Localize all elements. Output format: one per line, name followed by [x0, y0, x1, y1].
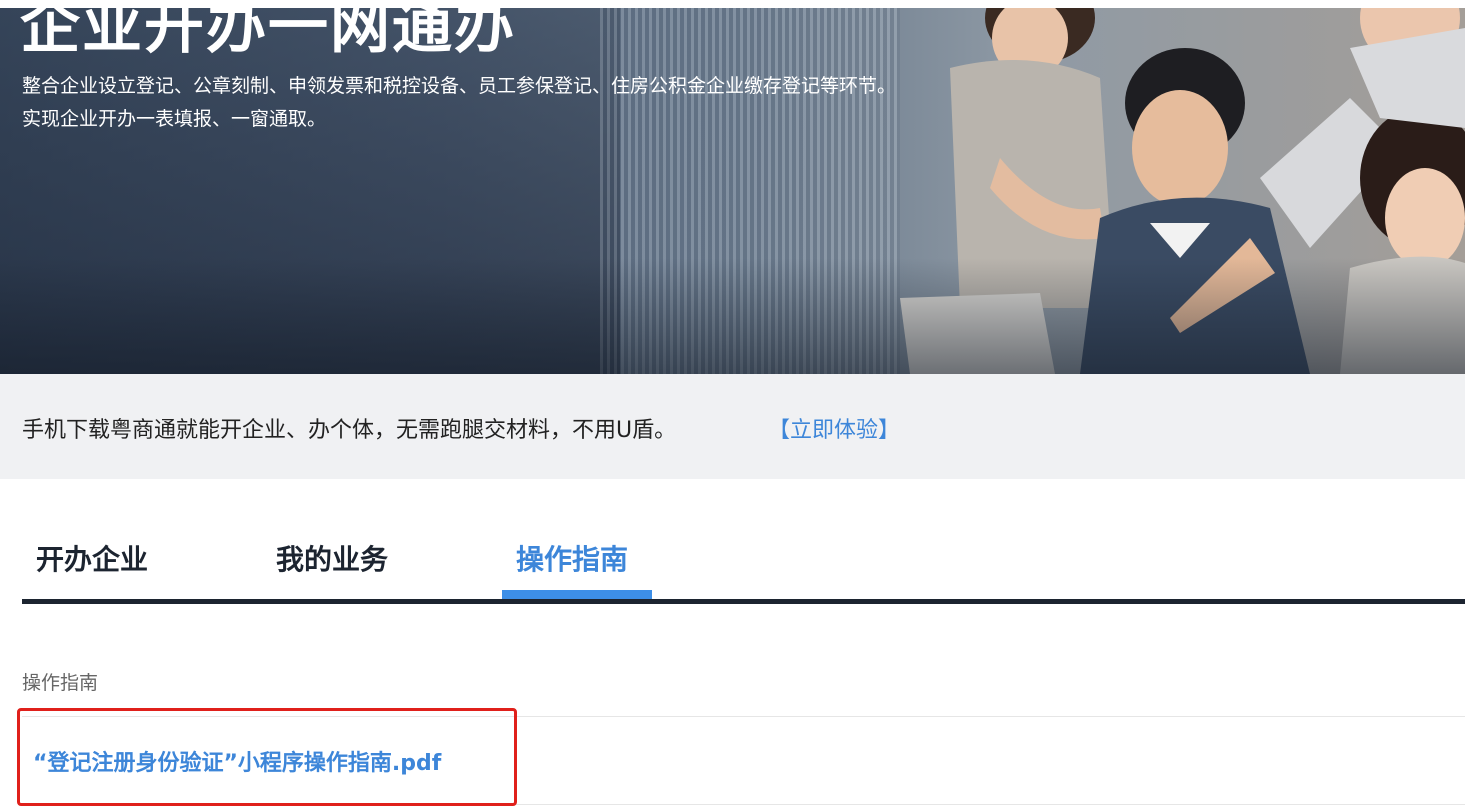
divider: [22, 804, 1465, 805]
guide-section-label: 操作指南: [22, 672, 99, 694]
tab-bar: 开办企业 我的业务 操作指南: [22, 520, 1465, 604]
banner-description: 整合企业设立登记、公章刻制、申领发票和税控设备、员工参保登记、住房公积金企业缴存…: [22, 70, 896, 136]
promo-text: 手机下载粤商通就能开企业、办个体，无需跑腿交材料，不用U盾。: [22, 418, 677, 443]
active-tab-indicator: [502, 590, 652, 599]
tab-operation-guide[interactable]: 操作指南: [516, 538, 628, 578]
hero-banner: 企业开办一网通办 整合企业设立登记、公章刻制、申领发票和税控设备、员工参保登记、…: [0, 8, 1465, 374]
divider: [22, 716, 1465, 717]
promo-bar: 手机下载粤商通就能开企业、办个体，无需跑腿交材料，不用U盾。 【立即体验】: [0, 374, 1465, 479]
banner-description-line-1: 整合企业设立登记、公章刻制、申领发票和税控设备、员工参保登记、住房公积金企业缴存…: [22, 75, 897, 97]
try-now-link[interactable]: 【立即体验】: [768, 412, 900, 444]
banner-title: 企业开办一网通办: [20, 8, 516, 62]
banner-description-line-2: 实现企业开办一表填报、一窗通取。: [22, 108, 327, 130]
tab-open-business[interactable]: 开办企业: [36, 538, 148, 578]
guide-document-link[interactable]: “登记注册身份验证”小程序操作指南.pdf: [33, 745, 441, 777]
banner-shadow: [0, 258, 1465, 374]
tab-my-business[interactable]: 我的业务: [276, 538, 388, 578]
